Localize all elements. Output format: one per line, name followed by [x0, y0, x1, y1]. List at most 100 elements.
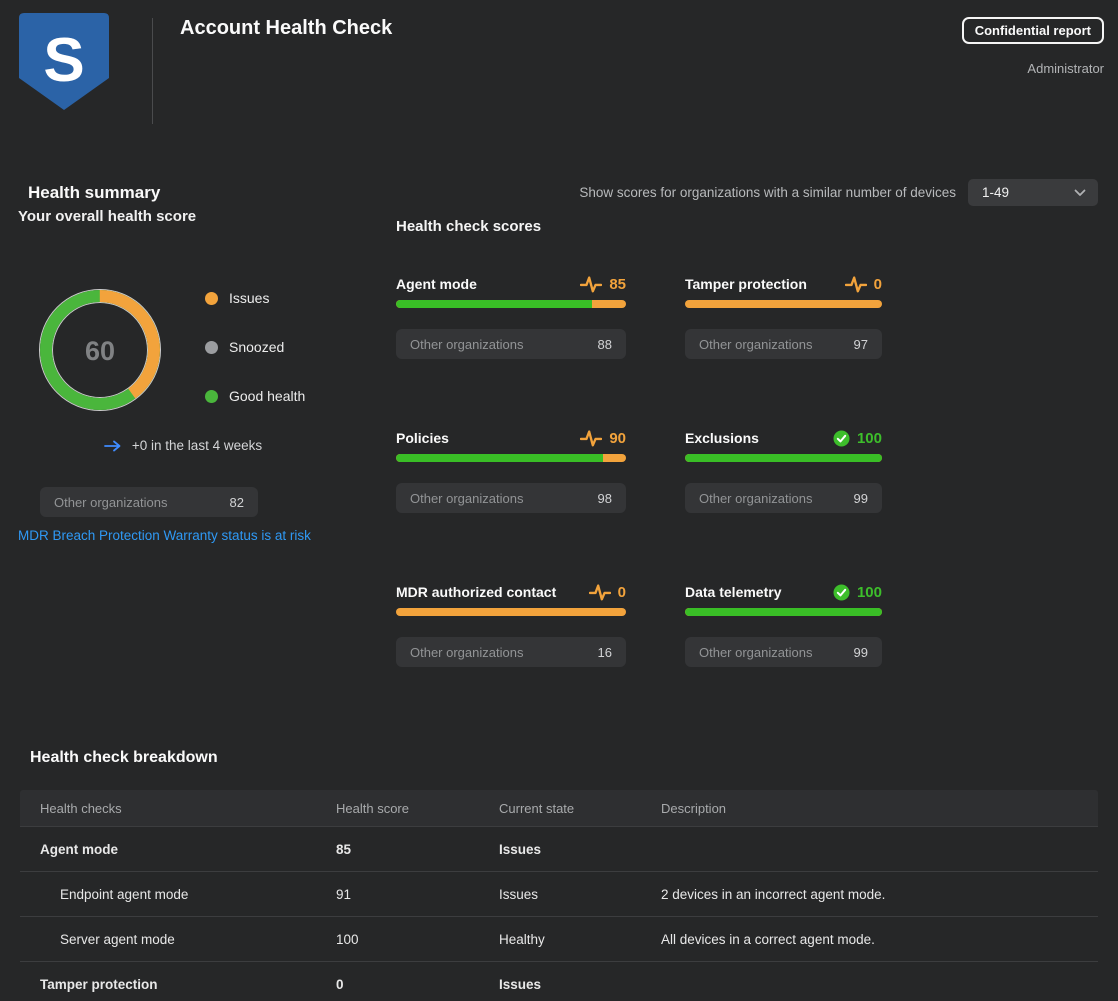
- score-card-header: MDR authorized contact 0: [396, 582, 626, 602]
- other-organizations-value: 99: [854, 491, 868, 506]
- row-description: All devices in a correct agent mode.: [661, 932, 1098, 947]
- score-card-header: Agent mode 85: [396, 274, 626, 294]
- score-card: MDR authorized contact 0: [396, 582, 626, 667]
- header-divider: [152, 18, 153, 124]
- pulse-issues-icon: [580, 428, 602, 448]
- trend-row: +0 in the last 4 weeks: [18, 438, 348, 453]
- right-arrow-icon: [104, 440, 122, 452]
- donut-legend: Issues Snoozed Good health: [205, 290, 305, 404]
- legend-label: Issues: [229, 290, 269, 306]
- confidential-report-badge[interactable]: Confidential report: [962, 17, 1104, 44]
- health-check-scores-title: Health check scores: [396, 218, 1100, 235]
- table-row[interactable]: Server agent mode 100 Healthy All device…: [20, 916, 1098, 961]
- score-bar-fill: [396, 300, 592, 308]
- score-value: 0: [618, 584, 626, 601]
- check-good-icon: [833, 584, 850, 601]
- column-header: Current state: [499, 801, 661, 816]
- health-check-breakdown-title: Health check breakdown: [30, 749, 218, 767]
- score-bar-track: [685, 300, 882, 308]
- score-bar-fill: [396, 454, 603, 462]
- health-summary-title: Health summary: [28, 183, 160, 203]
- card-other-organizations: Other organizations 98: [396, 483, 626, 513]
- row-current-state: Healthy: [499, 932, 661, 947]
- score-card: Data telemetry 100: [685, 582, 882, 667]
- column-header: Health score: [336, 801, 499, 816]
- score-cards-grid: Agent mode 85: [396, 274, 1100, 667]
- other-organizations-label: Other organizations: [410, 491, 523, 506]
- overall-health-donut: 60: [33, 283, 167, 417]
- score-card-name: Agent mode: [396, 276, 580, 292]
- row-health-check: Endpoint agent mode: [20, 887, 336, 902]
- svg-text:S: S: [43, 26, 84, 95]
- score-card-header: Policies 90: [396, 428, 626, 448]
- score-card-header: Tamper protection 0: [685, 274, 882, 294]
- pulse-issues-icon: [589, 582, 611, 602]
- summary-other-organizations: Other organizations 82: [40, 487, 258, 517]
- card-other-organizations: Other organizations 99: [685, 483, 882, 513]
- score-value: 100: [857, 584, 882, 601]
- device-range-selected-value: 1-49: [982, 185, 1009, 200]
- row-current-state: Issues: [499, 977, 661, 992]
- score-card-name: Tamper protection: [685, 276, 845, 292]
- page-title: Account Health Check: [180, 17, 392, 40]
- other-organizations-value: 88: [598, 337, 612, 352]
- score-card-name: Policies: [396, 430, 580, 446]
- device-range-dropdown[interactable]: 1-49: [968, 179, 1098, 206]
- score-card-name: MDR authorized contact: [396, 584, 589, 600]
- score-bar-track: [396, 454, 626, 462]
- card-other-organizations: Other organizations 97: [685, 329, 882, 359]
- column-header: Health checks: [20, 801, 336, 816]
- health-check-scores-section: Health check scores Agent mode: [396, 218, 1100, 667]
- other-organizations-value: 98: [598, 491, 612, 506]
- score-card: Policies 90: [396, 428, 626, 513]
- breakdown-table-header: Health checks Health score Current state…: [20, 790, 1098, 826]
- check-good-icon: [833, 430, 850, 447]
- other-organizations-label: Other organizations: [699, 645, 812, 660]
- row-description: 2 devices in an incorrect agent mode.: [661, 887, 1098, 902]
- other-organizations-label: Other organizations: [699, 337, 812, 352]
- legend-item: Issues: [205, 290, 305, 306]
- breakdown-table-body: Agent mode 85 Issues Endpoint agent mode…: [20, 826, 1098, 1001]
- row-health-score: 85: [336, 842, 499, 857]
- overall-score-value: 60: [85, 336, 115, 366]
- score-bar-track: [685, 608, 882, 616]
- trend-text: +0 in the last 4 weeks: [132, 438, 262, 453]
- table-row[interactable]: Tamper protection 0 Issues: [20, 961, 1098, 1001]
- table-row[interactable]: Agent mode 85 Issues: [20, 826, 1098, 871]
- score-card: Agent mode 85: [396, 274, 626, 359]
- row-health-score: 100: [336, 932, 499, 947]
- column-header: Description: [661, 801, 1098, 816]
- score-card-header: Exclusions 100: [685, 428, 882, 448]
- pulse-issues-icon: [580, 274, 602, 294]
- other-organizations-value: 16: [598, 645, 612, 660]
- legend-label: Snoozed: [229, 339, 284, 355]
- score-value: 90: [609, 430, 626, 447]
- row-health-check: Tamper protection: [20, 977, 336, 992]
- overall-score-subtitle: Your overall health score: [18, 208, 196, 225]
- mdr-warranty-warning-link[interactable]: MDR Breach Protection Warranty status is…: [18, 528, 311, 543]
- card-other-organizations: Other organizations 99: [685, 637, 882, 667]
- row-current-state: Issues: [499, 842, 661, 857]
- score-card-name: Data telemetry: [685, 584, 833, 600]
- administrator-label: Administrator: [1027, 61, 1104, 76]
- card-other-organizations: Other organizations 88: [396, 329, 626, 359]
- chevron-down-icon: [1074, 189, 1086, 197]
- score-card: Tamper protection 0: [685, 274, 882, 359]
- score-value: 85: [609, 276, 626, 293]
- legend-item: Snoozed: [205, 339, 305, 355]
- legend-dot-icon: [205, 341, 218, 354]
- score-value: 0: [874, 276, 882, 293]
- table-row[interactable]: Endpoint agent mode 91 Issues 2 devices …: [20, 871, 1098, 916]
- device-filter-row: Show scores for organizations with a sim…: [579, 179, 1098, 206]
- device-filter-label: Show scores for organizations with a sim…: [579, 185, 956, 200]
- card-other-organizations: Other organizations 16: [396, 637, 626, 667]
- score-card-name: Exclusions: [685, 430, 833, 446]
- score-value: 100: [857, 430, 882, 447]
- other-organizations-value: 99: [854, 645, 868, 660]
- other-organizations-value: 97: [854, 337, 868, 352]
- score-bar-track: [685, 454, 882, 462]
- sophos-logo: S: [18, 12, 110, 112]
- row-health-check: Agent mode: [20, 842, 336, 857]
- score-bar-track: [396, 608, 626, 616]
- other-organizations-label: Other organizations: [699, 491, 812, 506]
